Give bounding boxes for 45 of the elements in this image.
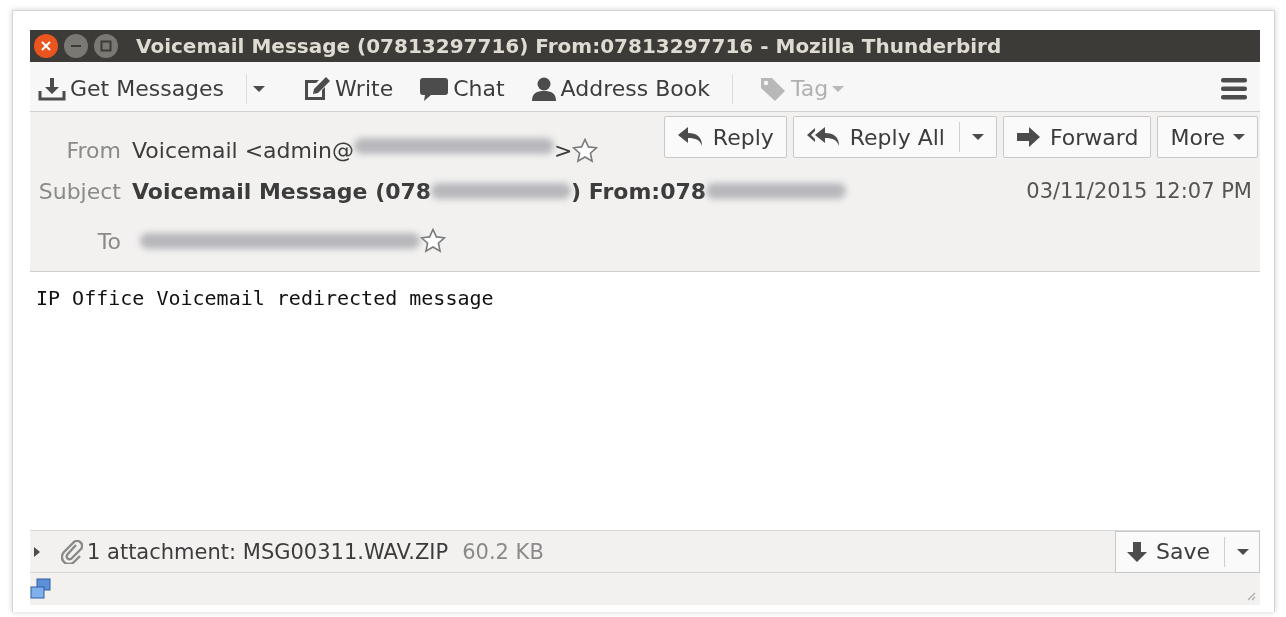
pencil-icon xyxy=(303,75,332,102)
subject-text: ) From:078 xyxy=(571,178,707,204)
field-label: From xyxy=(65,138,121,163)
toolbar-button[interactable]: Write xyxy=(299,73,398,104)
header-value: Voicemail <admin@ xyxy=(132,138,355,163)
caret-icon xyxy=(253,84,266,93)
star-icon xyxy=(572,138,599,164)
window-title: Voicemail Message (07813297716) From:07813297716 - Mozilla Thunderbird xyxy=(136,34,1002,58)
tag-icon xyxy=(758,75,787,102)
speech-bubble-icon xyxy=(419,75,450,102)
reply-button[interactable]: Reply xyxy=(663,116,787,158)
person-icon xyxy=(530,75,557,102)
down-arrow-icon xyxy=(1126,540,1148,563)
subject-text: Voicemail Message (078 xyxy=(132,178,432,204)
paperclip-icon xyxy=(61,539,83,564)
header-value: > xyxy=(554,138,573,163)
more-button[interactable]: More xyxy=(1157,116,1258,158)
field-label: Subject xyxy=(37,178,121,204)
save-button[interactable]: Save xyxy=(1115,530,1260,573)
resize-grip-icon xyxy=(1246,591,1256,601)
attachment-summary[interactable]: 1 attachment: MSG00311.WAV.ZIP xyxy=(87,539,449,564)
minimize-icon xyxy=(63,33,89,59)
caret-icon xyxy=(1237,547,1249,556)
expand-triangle-icon[interactable] xyxy=(33,546,41,557)
star-icon xyxy=(420,228,446,254)
message-body-text: IP Office Voicemail redirected message xyxy=(36,286,494,310)
reply-all-button[interactable]: Reply All xyxy=(792,116,997,158)
toolbar-button[interactable]: Chat xyxy=(415,73,509,104)
reply-all-arrow-icon xyxy=(805,126,842,148)
field-label: To xyxy=(96,228,121,254)
caret-icon xyxy=(1233,133,1245,141)
download-icon xyxy=(38,75,66,102)
forward-button[interactable]: Forward xyxy=(1002,116,1152,158)
toolbar-button[interactable]: Address Book xyxy=(526,73,714,104)
caret-icon xyxy=(832,84,845,93)
date-text: 03/11/2015 12:07 PM xyxy=(1026,179,1252,203)
maximize-icon xyxy=(93,33,119,59)
close-icon xyxy=(33,33,59,59)
network-icon xyxy=(30,578,52,600)
reply-arrow-icon xyxy=(676,126,705,148)
menu-icon xyxy=(1220,76,1248,101)
caret-icon xyxy=(971,133,984,141)
toolbar-button[interactable]: Get Messages xyxy=(34,73,229,104)
right-arrow-icon xyxy=(1015,126,1042,148)
attachment-size: 60.2 KB xyxy=(462,539,544,564)
